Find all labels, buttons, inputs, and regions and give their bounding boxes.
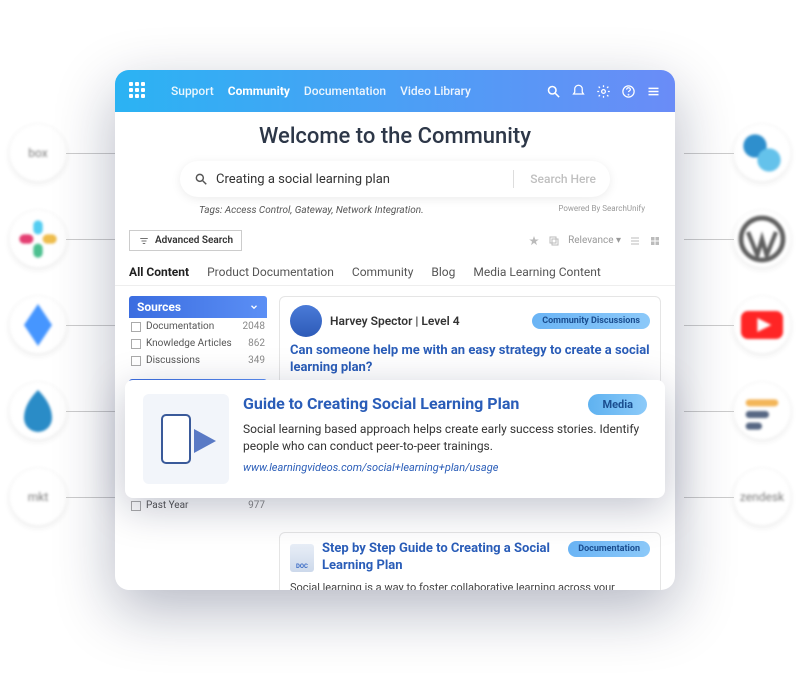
featured-result-card[interactable]: Guide to Creating Social Learning Plan M… <box>125 380 665 498</box>
connector-zendesk-icon: zendesk <box>734 469 790 525</box>
tab-blog[interactable]: Blog <box>431 259 455 285</box>
featured-link[interactable]: www.learningvideos.com/social+learning+p… <box>243 461 647 474</box>
facet-item[interactable]: Discussions349 <box>129 352 267 369</box>
result-title: Step by Step Guide to Creating a Social … <box>322 541 562 575</box>
facet-item[interactable]: Past Year977 <box>129 497 267 514</box>
nav-documentation[interactable]: Documentation <box>304 84 386 98</box>
tab-product-documentation[interactable]: Product Documentation <box>207 259 334 285</box>
document-icon: DOC <box>290 544 314 572</box>
connector-wordpress-icon <box>734 211 790 267</box>
advanced-search-button[interactable]: Advanced Search <box>129 230 242 251</box>
connector-drupal-icon <box>10 383 66 439</box>
connector-youtube-icon <box>734 297 790 353</box>
chevron-down-icon <box>249 302 259 312</box>
facet-item[interactable]: Knowledge Articles862 <box>129 335 267 352</box>
result-category-pill: Community Discussions <box>532 313 650 329</box>
result-card[interactable]: DOC Step by Step Guide to Creating a Soc… <box>279 532 661 590</box>
featured-description: Social learning based approach helps cre… <box>243 421 647 455</box>
hamburger-icon[interactable] <box>646 84 661 99</box>
toolbar: Advanced Search Relevance ▾ <box>115 222 675 259</box>
search-icon[interactable] <box>546 84 561 99</box>
megaphone-icon <box>156 409 216 469</box>
facet-sources-header[interactable]: Sources <box>129 296 267 318</box>
featured-category-pill: Media <box>588 394 647 415</box>
header-bar: Support Community Documentation Video Li… <box>115 70 675 112</box>
search-input[interactable] <box>216 172 507 187</box>
result-description: Social learning is a way to foster colla… <box>290 581 650 590</box>
search-input-icon <box>194 172 208 186</box>
search-here-button[interactable]: Search Here <box>520 172 596 186</box>
apps-grid-icon[interactable] <box>129 82 147 100</box>
grid-view-icon[interactable] <box>649 235 661 247</box>
tab-all-content[interactable]: All Content <box>129 259 189 285</box>
list-view-icon[interactable] <box>629 235 641 247</box>
nav-community[interactable]: Community <box>228 84 290 98</box>
result-category-pill: Documentation <box>568 541 650 557</box>
sort-relevance[interactable]: Relevance ▾ <box>568 235 621 246</box>
tab-media-learning[interactable]: Media Learning Content <box>473 259 600 285</box>
bell-icon[interactable] <box>571 84 586 99</box>
connector-contentful-icon <box>734 383 790 439</box>
featured-thumbnail <box>143 394 229 484</box>
nav-support[interactable]: Support <box>171 84 214 98</box>
content-tabs: All Content Product Documentation Commun… <box>115 259 675 286</box>
facet-item[interactable]: Documentation2048 <box>129 318 267 335</box>
connector-marketo-icon: mkt <box>10 469 66 525</box>
connector-slack-icon <box>10 211 66 267</box>
copy-icon[interactable] <box>548 235 560 247</box>
result-author: Harvey Spector | Level 4 <box>330 314 460 328</box>
avatar <box>290 305 322 337</box>
connector-box-icon: box <box>10 125 66 181</box>
featured-title: Guide to Creating Social Learning Plan <box>243 394 578 414</box>
app-window: Support Community Documentation Video Li… <box>115 70 675 590</box>
nav-video-library[interactable]: Video Library <box>400 84 471 98</box>
tab-community[interactable]: Community <box>352 259 413 285</box>
filter-icon <box>138 236 150 246</box>
hero: Welcome to the Community Search Here Tag… <box>115 112 675 222</box>
connector-jira-icon <box>10 297 66 353</box>
star-icon[interactable] <box>528 235 540 247</box>
connector-sharepoint-icon <box>734 125 790 181</box>
powered-by-label: Powered By SearchUnify <box>558 204 645 213</box>
help-icon[interactable] <box>621 84 636 99</box>
gear-icon[interactable] <box>596 84 611 99</box>
search-box: Search Here <box>180 161 610 197</box>
result-title: Can someone help me with an easy strateg… <box>290 343 650 377</box>
page-title: Welcome to the Community <box>135 124 655 149</box>
